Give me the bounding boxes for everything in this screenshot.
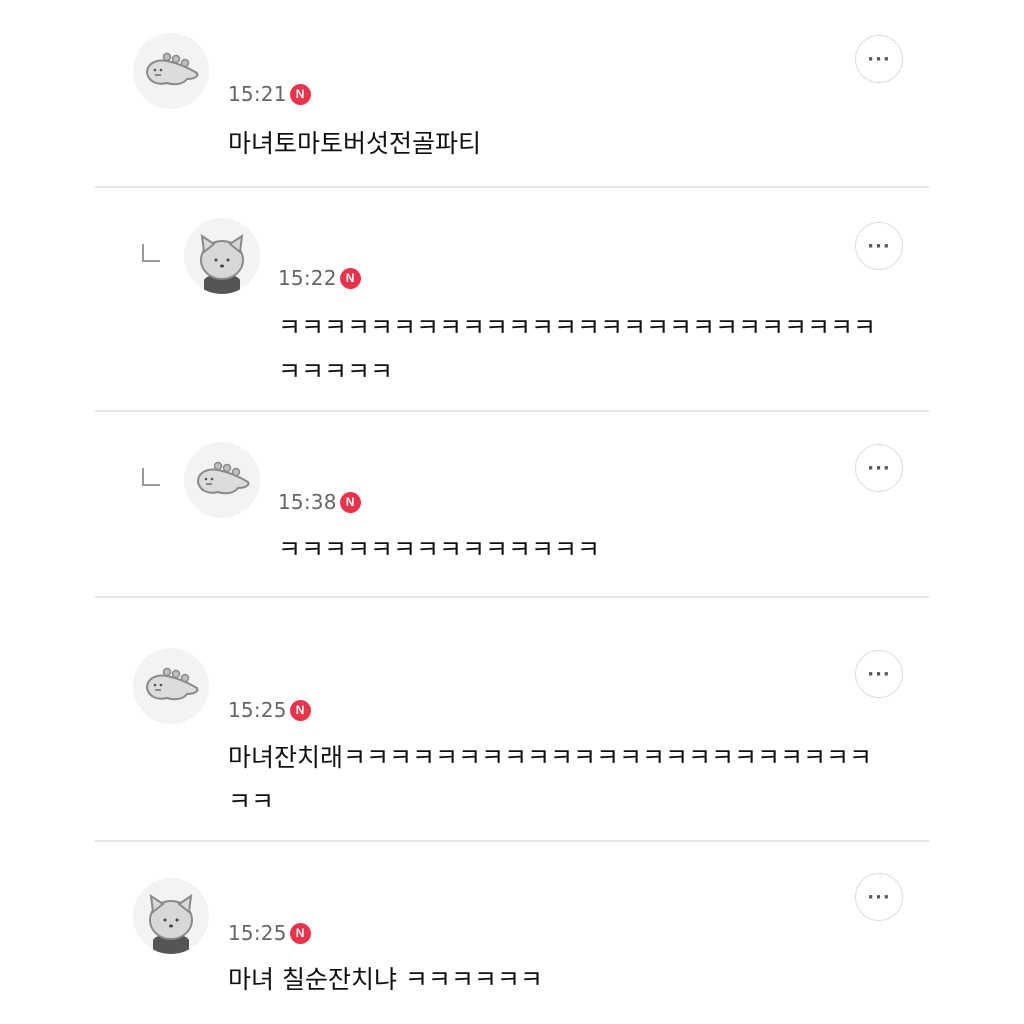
comment-text: 마녀 칠순잔치냐 ㅋㅋㅋㅋㅋㅋ: [228, 965, 543, 994]
more-options-button[interactable]: ···: [855, 35, 903, 83]
more-options-button[interactable]: ···: [855, 873, 903, 921]
new-badge: N: [289, 83, 311, 105]
comment-text: 마녀토마토버섯전골파티: [228, 129, 482, 158]
cat-avatar-icon[interactable]: [133, 878, 209, 954]
reply-arrow-icon: [142, 244, 160, 262]
reply-item: 15:38 N ㅋㅋㅋㅋㅋㅋㅋㅋㅋㅋㅋㅋㅋㅋ ···: [0, 412, 1024, 598]
comment-text: ㅋㅋㅋㅋㅋㅋㅋㅋㅋㅋㅋㅋㅋㅋㅋㅋㅋㅋㅋㅋㅋㅋㅋㅋㅋㅋㅋㅋㅋㅋㅋ: [278, 313, 877, 386]
comment-time: 15:25: [228, 921, 287, 945]
comment-time: 15:22: [278, 266, 337, 290]
comment-item: 15:25 N 마녀잔치래ㅋㅋㅋㅋㅋㅋㅋㅋㅋㅋㅋㅋㅋㅋㅋㅋㅋㅋㅋㅋㅋㅋㅋㅋㅋ ·…: [0, 598, 1024, 842]
more-options-button[interactable]: ···: [855, 444, 903, 492]
comment-time: 15:21: [228, 82, 287, 106]
dino-avatar-icon[interactable]: [184, 442, 260, 518]
reply-arrow-icon: [142, 468, 160, 486]
dino-avatar-icon[interactable]: [133, 33, 209, 109]
comment-time: 15:38: [278, 490, 337, 514]
more-options-button[interactable]: ···: [855, 222, 903, 270]
new-badge: N: [289, 922, 311, 944]
comment-meta: 15:21 N: [228, 80, 311, 108]
more-options-button[interactable]: ···: [855, 650, 903, 698]
cat-avatar-icon[interactable]: [184, 218, 260, 294]
comment-item: 15:21 N 마녀토마토버섯전골파티 ···: [0, 0, 1024, 190]
divider: [95, 186, 929, 188]
comment-meta: 15:25 N: [228, 696, 311, 724]
comment-meta: 15:25 N: [228, 919, 311, 947]
new-badge: N: [339, 491, 361, 513]
comment-meta: 15:22 N: [278, 264, 361, 292]
comment-text: 마녀잔치래ㅋㅋㅋㅋㅋㅋㅋㅋㅋㅋㅋㅋㅋㅋㅋㅋㅋㅋㅋㅋㅋㅋㅋㅋㅋ: [228, 743, 873, 816]
dino-avatar-icon[interactable]: [133, 648, 209, 724]
comment-item: 15:25 N 마녀 칠순잔치냐 ㅋㅋㅋㅋㅋㅋ ···: [0, 842, 1024, 1024]
reply-item: 15:22 N ㅋㅋㅋㅋㅋㅋㅋㅋㅋㅋㅋㅋㅋㅋㅋㅋㅋㅋㅋㅋㅋㅋㅋㅋㅋㅋㅋㅋㅋㅋㅋ …: [0, 190, 1024, 410]
comment-meta: 15:38 N: [278, 488, 361, 516]
new-badge: N: [339, 267, 361, 289]
new-badge: N: [289, 699, 311, 721]
comment-time: 15:25: [228, 698, 287, 722]
comment-text: ㅋㅋㅋㅋㅋㅋㅋㅋㅋㅋㅋㅋㅋㅋ: [278, 535, 601, 564]
